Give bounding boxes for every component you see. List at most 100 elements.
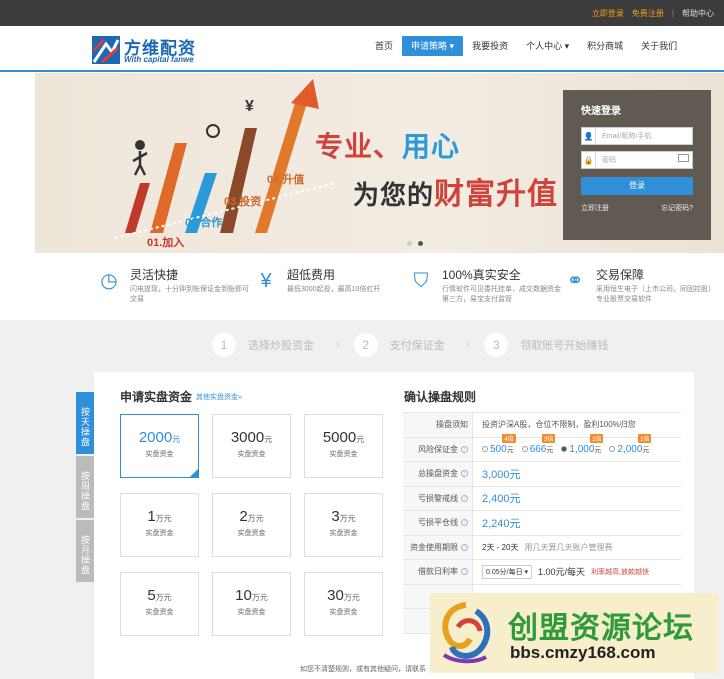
fund-amount: 2000 xyxy=(138,429,173,446)
slogan-line-2: 为您的财富升值 xyxy=(353,169,558,213)
rule-row: 亏损平仓线? 2,240元 xyxy=(403,511,681,536)
tab-daily[interactable]: 按天操盘 xyxy=(76,392,94,454)
shield-icon: ⛉ xyxy=(413,270,429,292)
leverage-badge: 1倍 xyxy=(638,433,652,443)
help-icon[interactable]: ? xyxy=(461,494,468,502)
step-join: 01.加入 xyxy=(147,237,185,249)
fund-sub: 实盘资金 xyxy=(237,530,266,537)
margin-option[interactable]: 666元 3倍 xyxy=(521,433,556,455)
leverage-badge: 3倍 xyxy=(542,433,556,443)
feature-title: 交易保障 xyxy=(596,268,645,282)
feature-guarantee: ⚭ 交易保障 采用恒生电子（上市公司，同固控股）专业股票交易软件 xyxy=(562,264,715,314)
nav-home[interactable]: 首页 xyxy=(366,36,402,56)
fund-sub: 实盘资金 xyxy=(329,530,358,537)
nav-about[interactable]: 关于我们 xyxy=(632,36,686,56)
interest-rate-select[interactable]: 0.05分/每日 ▾ xyxy=(482,564,533,579)
register-link[interactable]: 免费注册 xyxy=(632,8,664,19)
fund-card-100k[interactable]: 10万元 实盘资金 xyxy=(212,572,291,636)
fund-unit: 元 xyxy=(172,435,181,444)
rule-key-text: 风险保证金 xyxy=(418,444,458,454)
help-icon[interactable]: ? xyxy=(461,445,468,453)
password-placeholder: 密码 xyxy=(602,157,616,164)
margin-unit: 元 xyxy=(546,446,554,454)
slogan-wealth: 财富升值 xyxy=(434,178,559,211)
duration-tabs: 按天操盘 按周操盘 按月操盘 xyxy=(76,392,94,584)
chevron-right-icon: › xyxy=(466,339,471,351)
fund-card-50k[interactable]: 5万元 实盘资金 xyxy=(120,572,199,636)
chevron-right-icon: › xyxy=(336,339,340,351)
contact-note: 如您不清楚规则，或有其他疑问，请联系 xyxy=(300,666,426,673)
feature-security: ⛉ 100%真实安全 行情软件可见委托挂单，成交数据资金第三方，易宝支付监管 xyxy=(408,264,562,314)
forgot-password-link[interactable]: 忘记密码? xyxy=(661,203,693,213)
fund-sub: 实盘资金 xyxy=(329,451,358,458)
nav-user-center[interactable]: 个人中心 ▾ xyxy=(517,36,578,56)
password-field[interactable]: 🔒 密码 xyxy=(581,151,693,169)
handshake-icon: ⚭ xyxy=(566,270,584,292)
feature-desc: 闪电提现，十分钟到账保证金到账即可交易 xyxy=(130,286,249,303)
feature-low-cost: ¥ 超低费用 最低3000起投，最高10倍杠杆 xyxy=(253,264,403,314)
rule-row: 总操盘资金? 3,000元 xyxy=(403,462,681,487)
margin-option-selected[interactable]: 1,000元 2倍 xyxy=(561,433,604,455)
logo[interactable]: 方维配资 With capital fanwe xyxy=(92,34,212,68)
login-button[interactable]: 登录 xyxy=(581,177,693,195)
fund-unit: 元 xyxy=(356,435,365,444)
liquidation-line-value: 2,240元 xyxy=(482,517,521,530)
login-link[interactable]: 立即登录 xyxy=(592,8,624,19)
nav-points-mall[interactable]: 积分商城 xyxy=(578,36,632,56)
fund-card-3000[interactable]: 3000元 实盘资金 xyxy=(212,414,291,478)
rule-row: 借款日利率? 0.05分/每日 ▾ 1.00元/每天 利率越高,放款越快 xyxy=(403,560,681,585)
margin-option[interactable]: 2,000元 1倍 xyxy=(609,433,652,455)
help-icon[interactable]: ? xyxy=(461,543,468,551)
help-icon[interactable]: ? xyxy=(461,568,468,576)
rule-key-text: 亏损警戒线 xyxy=(418,493,458,503)
step-number: 3 xyxy=(484,333,509,357)
radio-button[interactable] xyxy=(482,446,488,453)
watermark-title: 创盟资源论坛 xyxy=(508,612,694,645)
fund-card-20k[interactable]: 2万元 实盘资金 xyxy=(212,493,291,557)
fund-card-300k[interactable]: 30万元 实盘资金 xyxy=(304,572,383,636)
fund-card-5000[interactable]: 5000元 实盘资金 xyxy=(304,414,383,478)
margin-option[interactable]: 500元 4倍 xyxy=(482,433,516,455)
features-strip: ◷ 灵活快捷 闪电提现，十分钟到账保证金到账即可交易 ¥ 超低费用 最低3000… xyxy=(0,254,724,320)
fund-sub: 实盘资金 xyxy=(237,451,266,458)
account-field[interactable]: 👤 Email/昵称/手机 xyxy=(581,127,693,145)
slogan-dedicated: 用心 xyxy=(402,131,461,162)
money-icon: ¥ xyxy=(260,270,272,292)
carousel-dot[interactable] xyxy=(407,241,412,246)
top-links: 立即登录 免费注册 | 帮助中心 xyxy=(592,0,714,26)
keyboard-icon[interactable] xyxy=(678,154,689,162)
step-number: 2 xyxy=(353,333,378,357)
fund-card-2000[interactable]: 2000元 实盘资金 xyxy=(120,414,199,478)
help-icon[interactable]: ? xyxy=(461,470,468,478)
margin-value: 666 xyxy=(529,443,547,455)
radio-button[interactable] xyxy=(609,446,616,453)
tab-weekly[interactable]: 按周操盘 xyxy=(76,456,94,518)
fund-card-30k[interactable]: 3万元 实盘资金 xyxy=(304,493,383,557)
feature-desc: 采用恒生电子（上市公司，同固控股）专业股票交易软件 xyxy=(596,286,715,303)
watermark-banner: 创盟资源论坛 bbs.cmzy168.com xyxy=(430,593,718,673)
carousel-dots xyxy=(407,241,423,246)
rule-key-text: 总操盘资金 xyxy=(418,469,458,479)
other-funds-link[interactable]: 其他实盘资金» xyxy=(196,392,242,402)
fund-amount: 3000 xyxy=(230,429,265,446)
help-icon[interactable]: ? xyxy=(461,519,468,527)
quick-login-title: 快速登录 xyxy=(581,106,621,117)
register-now-link[interactable]: 立即注册 xyxy=(581,203,609,213)
fund-amount: 1 xyxy=(147,508,156,525)
nav-apply-strategy[interactable]: 申请策略 ▾ xyxy=(402,36,464,56)
fund-card-10k[interactable]: 1万元 实盘资金 xyxy=(120,493,199,557)
logo-mark-icon xyxy=(92,36,120,64)
radio-button[interactable] xyxy=(521,446,528,453)
slogan-line-1: 专业、用心 xyxy=(315,125,460,165)
nav-invest[interactable]: 我要投资 xyxy=(463,36,517,56)
tab-monthly[interactable]: 按月操盘 xyxy=(76,520,94,582)
leverage-badge: 4倍 xyxy=(502,433,516,443)
margin-value: 2,000 xyxy=(617,443,643,455)
leverage-badge: 2倍 xyxy=(590,433,604,443)
help-center-link[interactable]: 帮助中心 xyxy=(682,8,714,19)
fund-unit: 元 xyxy=(264,435,273,444)
radio-button-checked[interactable] xyxy=(561,446,568,453)
currency-symbol: ¥ xyxy=(245,98,254,115)
carousel-dot-active[interactable] xyxy=(418,241,423,246)
rule-key-text: 资金使用期限 xyxy=(410,542,458,552)
